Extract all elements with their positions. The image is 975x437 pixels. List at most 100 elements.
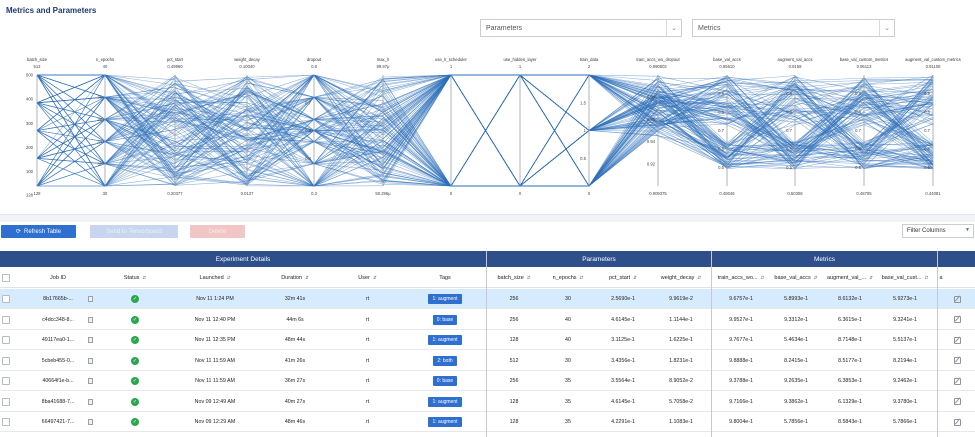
- col-header-duration[interactable]: Duration ⇵: [265, 267, 325, 288]
- table-row[interactable]: 8b17665b-... Nov 11 1:24 PM 32m 41s rt 256 30…: [0, 289, 975, 309]
- copy-icon[interactable]: [87, 419, 93, 425]
- axis-name-label: augment_val_accs: [778, 57, 813, 62]
- cell-tags: 1: augment: [420, 330, 470, 350]
- axis-inner-tick: 0.5: [786, 165, 792, 170]
- copy-id-cell[interactable]: [85, 371, 95, 391]
- edit-icon[interactable]: [953, 418, 961, 426]
- copy-icon[interactable]: [87, 316, 93, 323]
- left-axis-tick: 300: [26, 121, 34, 126]
- table-row[interactable]: 66497421-7... Nov 09 12:29 AM 48m 46s rt 128…: [0, 412, 975, 432]
- cell-n-epochs: 30: [565, 296, 571, 302]
- tag-badge[interactable]: 2: both: [433, 355, 457, 366]
- send-to-tensorboard-button[interactable]: Send to Tensorboard: [90, 225, 178, 238]
- edit-cell[interactable]: [950, 330, 964, 350]
- copy-icon[interactable]: [87, 398, 93, 405]
- table-row[interactable]: 8ba41688-7... Nov 09 12:49 AM 40m 27s rt 128…: [0, 391, 975, 412]
- cell-user: rt: [365, 337, 370, 343]
- col-header-weight-decay[interactable]: weight_decay ⇵: [652, 267, 710, 288]
- col-header-base-val-cust[interactable]: base_val_cust... ⇵: [876, 267, 934, 288]
- col-header-n-epochs[interactable]: n_epochs ⇵: [542, 267, 594, 288]
- cell-train-accs: 9.8888e-1: [729, 357, 753, 364]
- row-checkbox[interactable]: [2, 397, 10, 406]
- cell-tags: 0: base: [420, 371, 470, 391]
- polylines-group: [36, 74, 934, 187]
- col-header-status[interactable]: Status ⇵: [110, 267, 160, 288]
- tag-badge[interactable]: 1: augment: [428, 335, 462, 345]
- copy-icon[interactable]: [87, 296, 93, 302]
- group-header-actions: [938, 251, 975, 267]
- delete-button[interactable]: Delete: [190, 225, 245, 238]
- cell-base-val-accs: 9.3312e-1: [784, 316, 808, 323]
- copy-id-cell[interactable]: [85, 330, 95, 350]
- copy-id-cell[interactable]: [85, 412, 95, 432]
- col-header-tags[interactable]: Tags: [425, 267, 465, 288]
- cell-status: ✓: [110, 310, 160, 330]
- edit-icon[interactable]: [953, 336, 961, 344]
- table-row[interactable]: 40664f1e-b... Nov 11 11:59 AM 36m 27s rt 256…: [0, 371, 975, 391]
- tag-badge[interactable]: 0: base: [432, 376, 458, 386]
- metrics-select[interactable]: Metrics ⌄: [692, 19, 895, 37]
- col-header-augment-val[interactable]: augment_val_... ⇵: [822, 267, 878, 288]
- row-checkbox[interactable]: [2, 315, 10, 324]
- axis-inner-tick: 38: [97, 95, 102, 100]
- axis-bottom-label: 0: [519, 191, 522, 196]
- tag-badge[interactable]: 1: augment: [428, 294, 462, 304]
- edit-cell[interactable]: [950, 289, 964, 309]
- col-header-train-accs[interactable]: train_accs_wo... ⇵: [713, 267, 769, 288]
- copy-icon[interactable]: [87, 378, 93, 384]
- select-all-checkbox[interactable]: [2, 274, 10, 282]
- edit-cell[interactable]: [950, 392, 964, 412]
- cell-batch-size: 256: [509, 296, 519, 302]
- left-axis-tick: 128: [26, 193, 34, 198]
- edit-cell[interactable]: [950, 351, 964, 371]
- parameters-select[interactable]: Parameters ⌄: [480, 19, 682, 37]
- table-row[interactable]: 5cbeb455-0... Nov 11 11:59 AM 41m 26s rt 512…: [0, 350, 975, 371]
- edit-icon[interactable]: [953, 398, 961, 405]
- copy-id-cell[interactable]: [85, 310, 95, 330]
- edit-icon[interactable]: [953, 377, 961, 385]
- axis-top-label: 0.95610: [719, 64, 735, 69]
- refresh-table-button[interactable]: ⟳ Refresh Table: [1, 225, 76, 238]
- col-header-base-val-accs[interactable]: base_val_accs ⇵: [768, 267, 824, 288]
- copy-icon[interactable]: [87, 357, 93, 364]
- row-checkbox[interactable]: [2, 418, 10, 426]
- tag-badge[interactable]: 1: augment: [428, 417, 462, 427]
- table-row[interactable]: c4dcc348-8... Nov 11 12:40 PM 44m 6s rt 256 4…: [0, 309, 975, 330]
- axis-inner-tick: 0.7: [718, 128, 724, 133]
- row-checkbox[interactable]: [2, 377, 10, 385]
- axis-inner-tick: 0.7: [855, 128, 861, 133]
- edit-icon[interactable]: [953, 357, 961, 364]
- axis-inner-tick: 0.6: [305, 128, 311, 133]
- left-axis-tick: 500: [26, 73, 34, 78]
- edit-cell[interactable]: [950, 310, 964, 330]
- copy-icon[interactable]: [87, 337, 93, 343]
- sort-icon: ⇵: [633, 274, 637, 280]
- cell-user: rt: [365, 398, 370, 405]
- status-success-icon: ✓: [131, 336, 139, 344]
- tag-badge[interactable]: 0: base: [432, 314, 458, 325]
- axis-name-label: dropout: [307, 57, 322, 62]
- cell-launched: Nov 11 12:35 PM: [194, 337, 236, 343]
- edit-cell[interactable]: [950, 371, 964, 391]
- col-header-batch-size[interactable]: batch_size ⇵: [488, 267, 540, 288]
- table-row[interactable]: 49117ea0-1... Nov 11 12:35 PM 48m 44s rt 128…: [0, 330, 975, 350]
- edit-icon[interactable]: [953, 316, 961, 323]
- parallel-coordinates-chart[interactable]: batch_size 512 128 n_epochs 40 30 38 36 34 32 pct_…: [0, 50, 975, 200]
- col-header-pct-start[interactable]: pct_start ⇵: [596, 267, 650, 288]
- cell-n-epochs: 35: [565, 398, 571, 405]
- col-header-user[interactable]: User ⇵: [345, 267, 390, 288]
- tag-badge[interactable]: 1: augment: [428, 396, 462, 407]
- row-checkbox[interactable]: [2, 295, 10, 303]
- edit-icon[interactable]: [953, 295, 961, 303]
- edit-cell[interactable]: [950, 412, 964, 432]
- copy-id-cell[interactable]: [85, 351, 95, 371]
- copy-id-cell[interactable]: [85, 289, 95, 309]
- cell-user: rt: [365, 296, 370, 302]
- col-header-launched[interactable]: Launched ⇵: [180, 267, 250, 288]
- cell-base-val-accs: 9.3862e-1: [784, 398, 808, 405]
- col-header-job-id[interactable]: Job ID: [18, 267, 98, 288]
- row-checkbox[interactable]: [2, 336, 10, 344]
- copy-id-cell[interactable]: [85, 392, 95, 412]
- filter-columns-select[interactable]: Filter Columns ▼: [902, 224, 974, 238]
- row-checkbox[interactable]: [2, 356, 10, 365]
